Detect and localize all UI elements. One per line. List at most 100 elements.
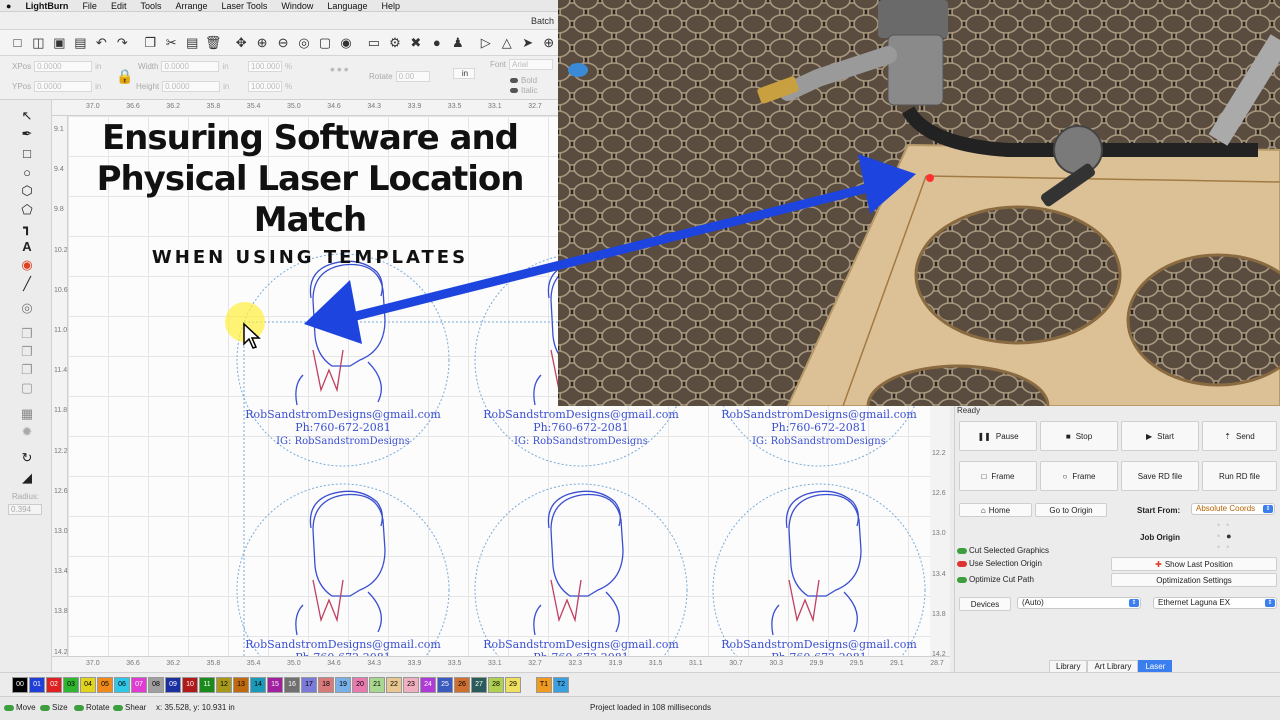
color-layer-04[interactable]: 04 bbox=[80, 676, 96, 693]
camera-icon[interactable]: ◉ bbox=[337, 33, 356, 52]
start-button[interactable]: ▶ Start bbox=[1121, 421, 1199, 451]
menu-arrange[interactable]: Arrange bbox=[175, 1, 207, 11]
color-layer-T2[interactable]: T2 bbox=[553, 676, 569, 693]
color-layer-06[interactable]: 06 bbox=[114, 676, 130, 693]
new-file-icon[interactable]: □ bbox=[8, 33, 27, 52]
ellipse-tool-icon[interactable]: ○ bbox=[17, 164, 37, 180]
frame-circle-button[interactable]: ○ Frame bbox=[1040, 461, 1118, 491]
move-icon[interactable]: ✥ bbox=[232, 33, 251, 52]
color-layer-29[interactable]: 29 bbox=[505, 676, 521, 693]
italic-toggle-icon[interactable] bbox=[510, 88, 518, 93]
app-menu[interactable]: LightBurn bbox=[25, 1, 68, 11]
save-rd-file-button[interactable]: Save RD file bbox=[1121, 461, 1199, 491]
menu-help[interactable]: Help bbox=[381, 1, 400, 11]
color-layer-02[interactable]: 02 bbox=[46, 676, 62, 693]
color-layer-11[interactable]: 11 bbox=[199, 676, 215, 693]
target-icon[interactable]: ⊕ bbox=[539, 33, 558, 52]
rotate-toggle[interactable]: Rotate bbox=[74, 703, 110, 712]
color-layer-07[interactable]: 07 bbox=[131, 676, 147, 693]
marker-tool-icon[interactable]: ◉ bbox=[17, 257, 37, 273]
color-layer-25[interactable]: 25 bbox=[437, 676, 453, 693]
color-layer-13[interactable]: 13 bbox=[233, 676, 249, 693]
color-layer-21[interactable]: 21 bbox=[369, 676, 385, 693]
devices-button[interactable]: Devices bbox=[959, 597, 1011, 611]
color-layer-22[interactable]: 22 bbox=[386, 676, 402, 693]
bold-toggle-icon[interactable] bbox=[510, 78, 518, 83]
show-last-position-button[interactable]: ✚ Show Last Position bbox=[1111, 557, 1277, 571]
edit-nodes-tool-icon[interactable]: ⬠ bbox=[17, 202, 37, 218]
group-icon[interactable]: ● bbox=[427, 33, 446, 52]
color-layer-17[interactable]: 17 bbox=[301, 676, 317, 693]
color-layer-16[interactable]: 16 bbox=[284, 676, 300, 693]
color-layer-26[interactable]: 26 bbox=[454, 676, 470, 693]
color-layer-05[interactable]: 05 bbox=[97, 676, 113, 693]
align-triangle-icon[interactable]: △ bbox=[497, 33, 516, 52]
font-select[interactable]: Arial bbox=[509, 59, 554, 70]
paste-icon[interactable]: ▤ bbox=[183, 33, 202, 52]
color-layer-24[interactable]: 24 bbox=[420, 676, 436, 693]
measure-tool-icon[interactable]: ╱ bbox=[17, 276, 37, 292]
menu-file[interactable]: File bbox=[82, 1, 97, 11]
units-toggle-button[interactable]: in bbox=[453, 68, 475, 79]
color-layer-18[interactable]: 18 bbox=[318, 676, 334, 693]
polygon-tool-icon[interactable]: ⬡ bbox=[17, 183, 37, 199]
shear-toggle[interactable]: Shear bbox=[113, 703, 146, 712]
menu-laser-tools[interactable]: Laser Tools bbox=[222, 1, 268, 11]
job-origin-grid-icon[interactable]: •• •● •• bbox=[1217, 520, 1238, 553]
size-toggle[interactable]: Size bbox=[40, 703, 68, 712]
color-layer-01[interactable]: 01 bbox=[29, 676, 45, 693]
xpos-input[interactable]: 0.0000 bbox=[34, 61, 93, 72]
menu-window[interactable]: Window bbox=[281, 1, 313, 11]
home-button[interactable]: ⌂ Home bbox=[959, 503, 1032, 517]
undo-icon[interactable]: ↶ bbox=[92, 33, 111, 52]
go-to-origin-button[interactable]: Go to Origin bbox=[1035, 503, 1107, 517]
color-layer-14[interactable]: 14 bbox=[250, 676, 266, 693]
send-icon[interactable]: ➤ bbox=[518, 33, 537, 52]
optimize-cut-path-checkbox[interactable]: Optimize Cut Path bbox=[957, 575, 1034, 584]
color-layer-27[interactable]: 27 bbox=[471, 676, 487, 693]
pen-tool-icon[interactable]: ✒ bbox=[17, 126, 37, 142]
menu-edit[interactable]: Edit bbox=[111, 1, 127, 11]
zoom-fit-icon[interactable]: ◎ bbox=[295, 33, 314, 52]
radius-input[interactable]: 0.394 bbox=[8, 504, 42, 515]
lock-icon[interactable]: 🔒 bbox=[116, 68, 133, 85]
width-input[interactable]: 0.0000 bbox=[161, 61, 220, 72]
height-input[interactable]: 0.0000 bbox=[162, 81, 221, 92]
ypos-input[interactable]: 0.0000 bbox=[34, 81, 93, 92]
offset-tool-icon[interactable]: ◎ bbox=[17, 300, 37, 316]
rectangle-tool-icon[interactable]: □ bbox=[17, 145, 37, 161]
zoom-out-icon[interactable]: ⊖ bbox=[274, 33, 293, 52]
start-from-select[interactable]: Absolute Coords ⇕ bbox=[1191, 503, 1275, 515]
cut-selected-checkbox[interactable]: Cut Selected Graphics bbox=[957, 546, 1049, 555]
union-icon[interactable]: ❐ bbox=[17, 344, 37, 360]
use-selection-origin-checkbox[interactable]: Use Selection Origin bbox=[957, 559, 1042, 568]
align-left-icon[interactable]: ▷ bbox=[476, 33, 495, 52]
color-layer-19[interactable]: 19 bbox=[335, 676, 351, 693]
color-layer-23[interactable]: 23 bbox=[403, 676, 419, 693]
move-toggle[interactable]: Move bbox=[4, 703, 36, 712]
width-percent-input[interactable]: 100.000 bbox=[248, 61, 282, 72]
color-layer-28[interactable]: 28 bbox=[488, 676, 504, 693]
color-layer-03[interactable]: 03 bbox=[63, 676, 79, 693]
run-rd-file-button[interactable]: Run RD file bbox=[1202, 461, 1277, 491]
zoom-frame-icon[interactable]: ▢ bbox=[316, 33, 335, 52]
color-layer-12[interactable]: 12 bbox=[216, 676, 232, 693]
send-button[interactable]: ⇡ Send bbox=[1202, 421, 1277, 451]
subtract-icon[interactable]: ❐ bbox=[17, 362, 37, 378]
apple-menu-icon[interactable]: ● bbox=[6, 1, 11, 11]
pause-button[interactable]: ❚❚ Pause bbox=[959, 421, 1037, 451]
open-file-icon[interactable]: ◫ bbox=[29, 33, 48, 52]
copy-icon[interactable]: ❐ bbox=[141, 33, 160, 52]
grid-array-icon[interactable]: ▦ bbox=[17, 406, 37, 422]
monitor-icon[interactable]: ▭ bbox=[364, 33, 383, 52]
select-tool-icon[interactable]: ↖ bbox=[17, 108, 37, 124]
save-icon[interactable]: ▣ bbox=[50, 33, 69, 52]
menu-language[interactable]: Language bbox=[327, 1, 367, 11]
intersect-icon[interactable]: ▢ bbox=[17, 380, 37, 396]
text-tool-icon[interactable]: A bbox=[17, 238, 37, 254]
color-layer-08[interactable]: 08 bbox=[148, 676, 164, 693]
position-tool-icon[interactable]: ┓ bbox=[17, 220, 37, 236]
color-layer-T1[interactable]: T1 bbox=[536, 676, 552, 693]
optimization-settings-button[interactable]: Optimization Settings bbox=[1111, 573, 1277, 587]
device-select[interactable]: Ethernet Laguna EX ⇕ bbox=[1153, 597, 1277, 609]
